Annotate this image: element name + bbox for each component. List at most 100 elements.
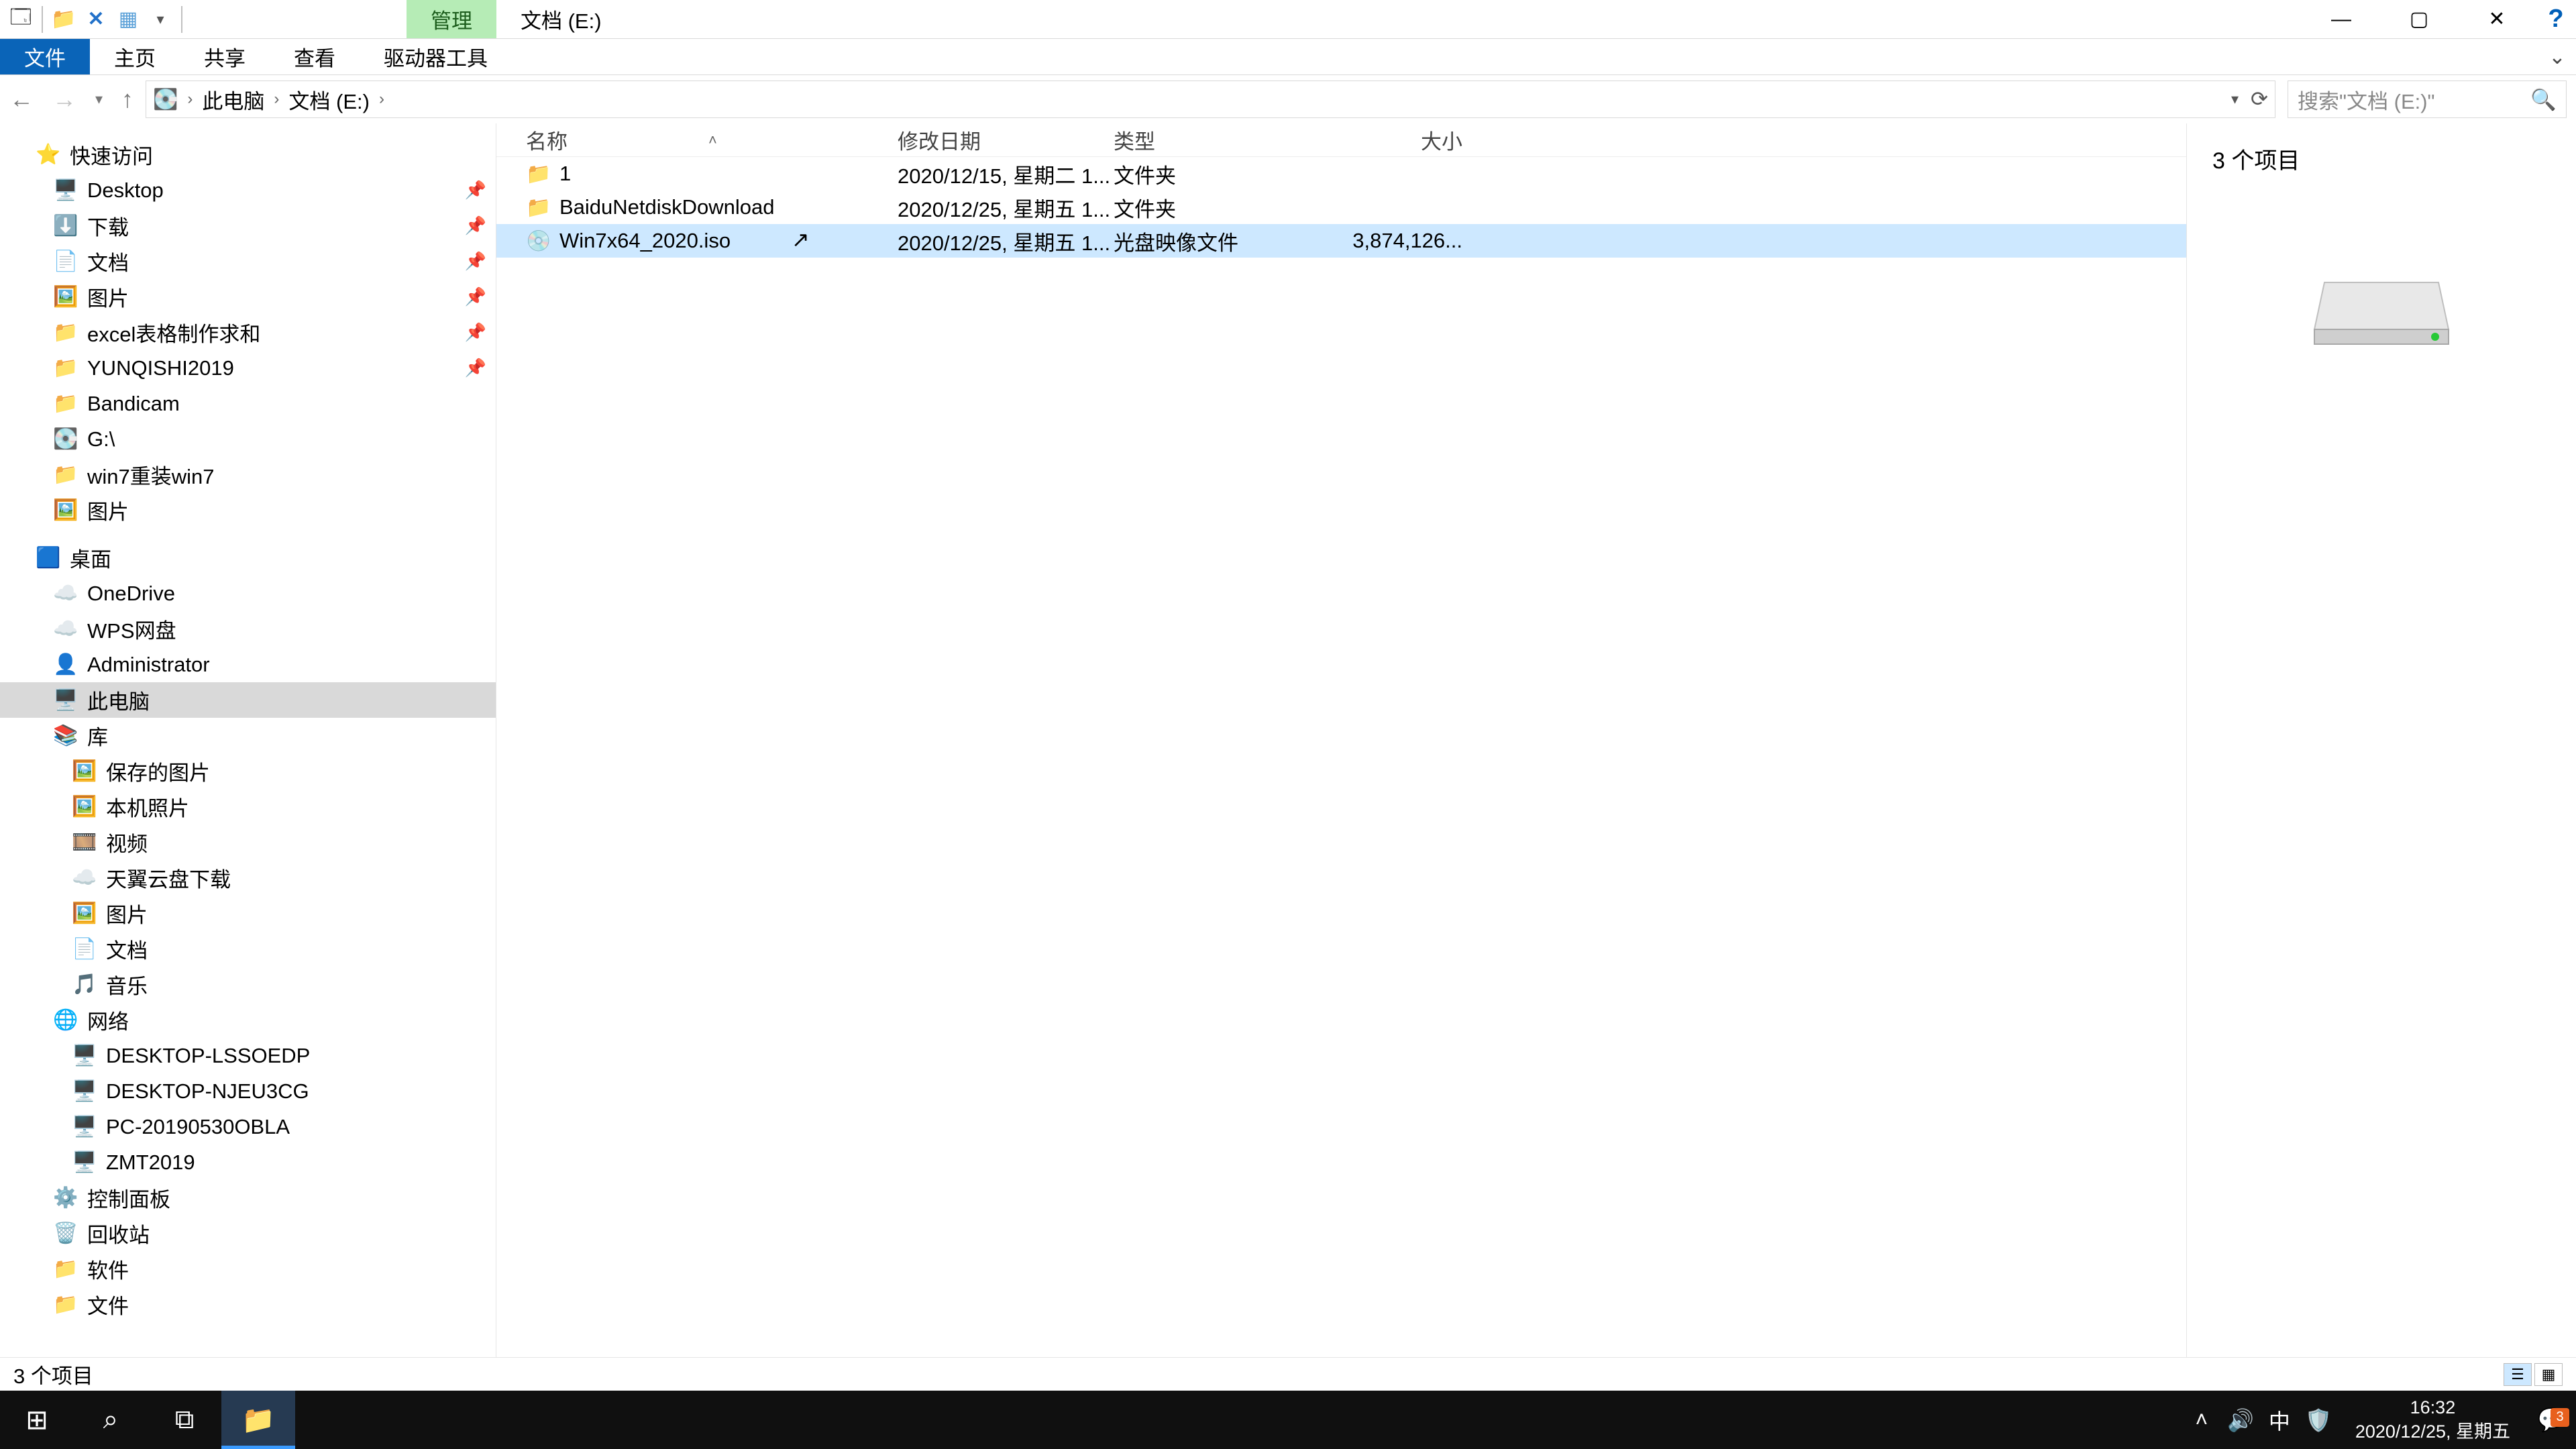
up-button[interactable]: ↑ [121,85,133,113]
tree-item[interactable]: 🖼️ 图片 [0,896,496,931]
column-header-name[interactable]: 名称 ˄ [496,125,898,155]
maximize-button[interactable]: ▢ [2380,0,2458,38]
tree-item[interactable]: 🖼️ 图片 [0,492,496,528]
ribbon-tab-share[interactable]: 共享 [180,39,270,74]
tree-item[interactable]: 📄 文档📌 [0,244,496,279]
thumbnails-view-button[interactable]: ▦ [2534,1363,2563,1386]
tree-desktop-root[interactable]: 🟦 桌面 [0,540,496,576]
breadcrumb-dropdown-icon[interactable]: ▾ [2231,91,2239,108]
tree-item-label: 图片 [87,495,129,525]
tree-item[interactable]: 🖥️ 此电脑 [0,682,496,718]
nav-buttons: ← → ▾ ↑ [9,85,133,113]
tree-item[interactable]: ☁️ 天翼云盘下载 [0,860,496,896]
ribbon-tab-view[interactable]: 查看 [270,39,360,74]
pin-icon: 📌 [465,215,486,236]
security-icon[interactable]: 🛡️ [2299,1407,2338,1433]
tree-item[interactable]: ☁️ OneDrive [0,576,496,611]
tree-item[interactable]: 📁 文件 [0,1287,496,1322]
column-header-size[interactable]: 大小 [1296,125,1489,155]
tree-network[interactable]: 🌐 网络 [0,1002,496,1038]
forward-button[interactable]: → [52,85,76,113]
new-folder-icon[interactable]: ▦ [113,4,144,35]
tree-item[interactable]: 🖥️ DESKTOP-NJEU3CG [0,1073,496,1109]
qat-dropdown-icon[interactable]: ▾ [145,4,176,35]
tree-item-icon: 🗑️ [52,1222,79,1245]
explorer-window: 🗔 📁 ✕ ▦ ▾ 管理 文档 (E:) — ▢ ✕ ? 文件 主页 共享 查看… [0,0,2576,1391]
tree-item[interactable]: 🖥️ DESKTOP-LSSOEDP [0,1038,496,1073]
tree-item[interactable]: 📄 文档 [0,931,496,967]
contextual-tab-manage[interactable]: 管理 [407,0,496,38]
file-row[interactable]: 💿 Win7x64_2020.iso 2020/12/25, 星期五 1... … [496,224,2186,258]
breadcrumb[interactable]: 💽 › 此电脑 › 文档 (E:) › ▾ ⟳ [146,80,2275,118]
tree-item-icon: 🖥️ [71,1150,98,1174]
tree-item[interactable]: 🖼️ 图片📌 [0,279,496,315]
search-input[interactable]: 搜索"文档 (E:)" 🔍 [2288,80,2567,118]
file-row[interactable]: 📁 BaiduNetdiskDownload 2020/12/25, 星期五 1… [496,191,2186,224]
close-button[interactable]: ✕ [2458,0,2536,38]
search-button[interactable]: ⌕ [74,1391,148,1449]
search-icon[interactable]: 🔍 [2530,87,2557,112]
delete-icon[interactable]: ✕ [80,4,111,35]
tree-item[interactable]: ☁️ WPS网盘 [0,611,496,647]
taskbar-clock[interactable]: 16:32 2020/12/25, 星期五 [2338,1396,2528,1443]
tree-item[interactable]: 👤 Administrator [0,647,496,682]
ribbon-tab-home[interactable]: 主页 [90,39,180,74]
app-icon: 🗔 [5,4,36,35]
tray-overflow-icon[interactable]: ˄ [2182,1407,2221,1432]
tree-item[interactable]: 📁 软件 [0,1251,496,1287]
tree-item[interactable]: 🖼️ 本机照片 [0,789,496,824]
tree-item[interactable]: 📁 win7重装win7 [0,457,496,492]
ribbon-expand-icon[interactable]: ⌄ [2538,39,2576,74]
tree-item[interactable]: 🖥️ PC-20190530OBLA [0,1109,496,1144]
tree-item-icon: 🖼️ [71,902,98,925]
details-view-button[interactable]: ☰ [2504,1363,2532,1386]
view-mode-toggles: ☰ ▦ [2504,1363,2563,1386]
ime-indicator[interactable]: 中 [2260,1405,2299,1436]
action-center-button[interactable]: 💬3 [2528,1407,2576,1434]
help-button[interactable]: ? [2536,0,2576,38]
refresh-icon[interactable]: ⟳ [2251,87,2268,111]
tree-item[interactable]: ⬇️ 下载📌 [0,208,496,244]
chevron-right-icon[interactable]: › [376,90,387,109]
tree-item[interactable]: 🖼️ 保存的图片 [0,753,496,789]
tree-item-icon: 🖥️ [52,688,79,712]
start-button[interactable]: ⊞ [0,1391,74,1449]
file-type: 文件夹 [1114,193,1296,223]
tree-item-label: 图片 [87,282,129,312]
taskbar: ⊞ ⌕ ⧉ 📁 ˄ 🔊 中 🛡️ 16:32 2020/12/25, 星期五 💬… [0,1391,2576,1449]
tree-item-label: WPS网盘 [87,614,176,644]
tree-item[interactable]: 🖥️ ZMT2019 [0,1144,496,1180]
tree-item[interactable]: 🎞️ 视频 [0,824,496,860]
chevron-right-icon[interactable]: › [184,90,195,109]
properties-icon[interactable]: 📁 [48,4,79,35]
minimize-button[interactable]: — [2302,0,2380,38]
tree-item[interactable]: 🎵 音乐 [0,967,496,1002]
tree-item[interactable]: 🖥️ Desktop📌 [0,172,496,208]
breadcrumb-this-pc[interactable]: 此电脑 [202,85,264,115]
ribbon-tab-drive-tools[interactable]: 驱动器工具 [360,39,512,74]
breadcrumb-drive[interactable]: 文档 (E:) [288,85,370,115]
taskbar-explorer[interactable]: 📁 [221,1391,295,1449]
column-header-date[interactable]: 修改日期 [898,125,1114,155]
chevron-right-icon[interactable]: › [271,90,282,109]
separator [42,6,43,33]
explorer-body: ⭐ 快速访问 🖥️ Desktop📌 ⬇️ 下载📌 📄 文档📌 🖼️ 图片📌 📁… [0,123,2576,1357]
tree-item[interactable]: 📁 YUNQISHI2019📌 [0,350,496,386]
tree-item[interactable]: ⚙️ 控制面板 [0,1180,496,1216]
tree-quick-access[interactable]: ⭐ 快速访问 [0,137,496,172]
tree-item[interactable]: 📁 excel表格制作求和📌 [0,315,496,350]
file-row[interactable]: 📁 1 2020/12/15, 星期二 1... 文件夹 [496,157,2186,191]
sort-asc-icon: ˄ [708,131,717,149]
nav-tree[interactable]: ⭐ 快速访问 🖥️ Desktop📌 ⬇️ 下载📌 📄 文档📌 🖼️ 图片📌 📁… [0,123,496,1357]
back-button[interactable]: ← [9,85,34,113]
history-dropdown-icon[interactable]: ▾ [95,91,103,108]
ribbon-tab-file[interactable]: 文件 [0,39,90,74]
tree-item-label: win7重装win7 [87,460,215,490]
tree-item[interactable]: 🗑️ 回收站 [0,1216,496,1251]
task-view-button[interactable]: ⧉ [148,1391,221,1449]
column-header-type[interactable]: 类型 [1114,125,1296,155]
tree-item[interactable]: 📚 库 [0,718,496,753]
tree-item[interactable]: 📁 Bandicam [0,386,496,421]
volume-icon[interactable]: 🔊 [2221,1407,2260,1433]
tree-item[interactable]: 💽 G:\ [0,421,496,457]
